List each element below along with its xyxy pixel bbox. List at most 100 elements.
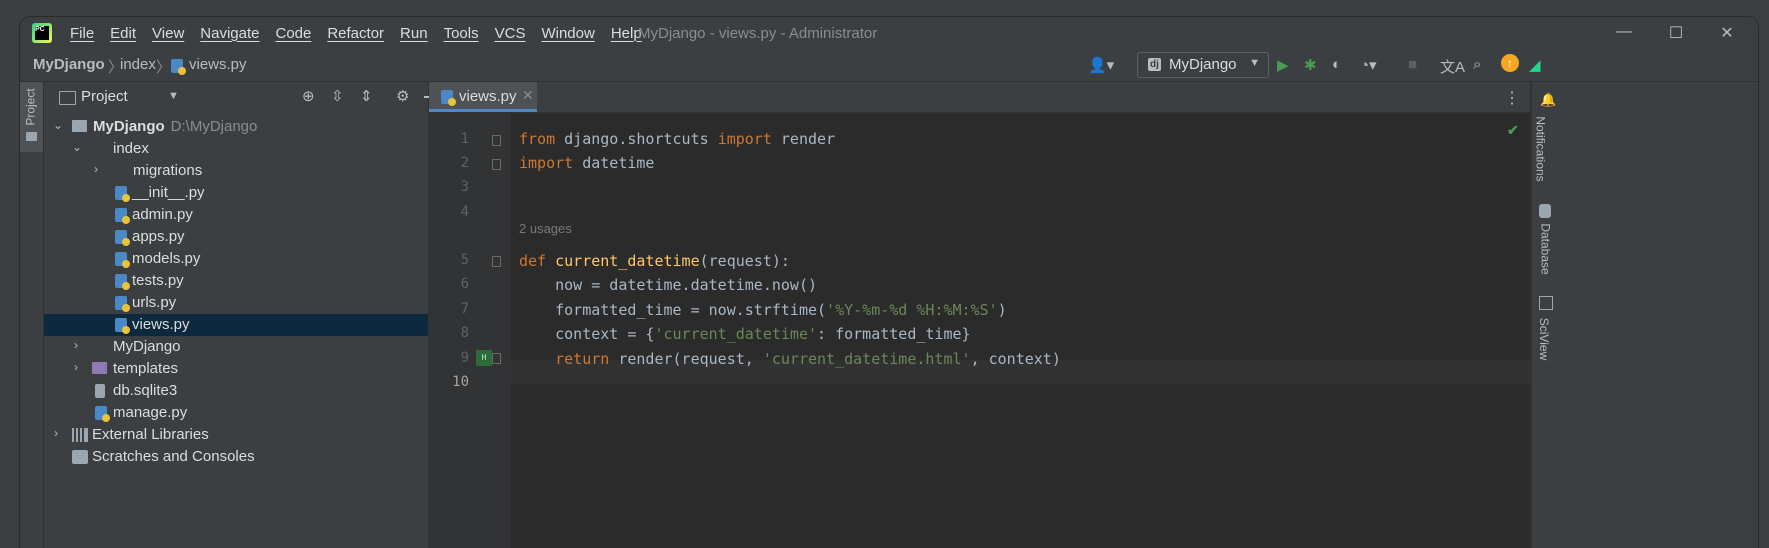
update-icon[interactable]: ↑ [1501, 54, 1519, 72]
no-problems-check-icon[interactable]: ✔ [1507, 122, 1519, 139]
minimize-button[interactable]: — [1614, 23, 1634, 41]
tree-item-mydjango-package[interactable]: › MyDjango [44, 336, 428, 358]
breadcrumb-folder[interactable]: index [120, 56, 156, 73]
menu-edit[interactable]: Edit [110, 25, 136, 42]
tree-item-db[interactable]: db.sqlite3 [44, 380, 428, 402]
tree-item-tests[interactable]: tests.py [44, 270, 428, 292]
line-number: 1 [460, 131, 469, 147]
project-panel-title[interactable]: Project [81, 88, 128, 105]
collapse-all-icon[interactable]: ⇕ [360, 87, 373, 105]
menu-code[interactable]: Code [275, 25, 311, 42]
line-number: 7 [460, 301, 469, 317]
tree-item-label: admin.py [132, 206, 193, 223]
menu-file[interactable]: File [70, 25, 94, 42]
debug-icon[interactable]: ✱ [1304, 56, 1317, 74]
tree-item-apps[interactable]: apps.py [44, 226, 428, 248]
project-tool-tab[interactable]: Project [20, 82, 43, 152]
tree-item-project-root[interactable]: ⌄ MyDjango D:\MyDjango [44, 116, 428, 138]
menu-view[interactable]: View [152, 25, 184, 42]
tree-item-init[interactable]: __init__.py [44, 182, 428, 204]
coverage-icon[interactable]: ◐ [1332, 56, 1341, 73]
python-file-icon [115, 318, 130, 334]
menu-tools[interactable]: Tools [444, 25, 479, 42]
close-tab-icon[interactable]: ✕ [522, 87, 534, 104]
tree-item-label-text: MyDjango [93, 118, 165, 135]
locate-file-icon[interactable]: ⊕ [302, 87, 315, 105]
tree-item-models[interactable]: models.py [44, 248, 428, 270]
notifications-icon[interactable]: 🔔 [1540, 92, 1556, 108]
python-file-icon [115, 186, 130, 202]
left-tool-stripe: Project [20, 82, 44, 548]
database-tool-tab[interactable]: Database [1539, 223, 1553, 274]
close-button[interactable]: ✕ [1717, 23, 1737, 43]
profile-icon[interactable]: ◔▾ [1360, 56, 1377, 74]
menu-vcs[interactable]: VCS [495, 25, 526, 42]
gear-icon[interactable]: ⚙ [396, 87, 409, 105]
run-icon[interactable]: ▶ [1277, 56, 1289, 74]
tree-item-scratches[interactable]: Scratches and Consoles [44, 446, 428, 468]
tree-item-manage[interactable]: manage.py [44, 402, 428, 424]
translate-icon[interactable]: 文A [1440, 56, 1465, 77]
scratch-icon [72, 450, 88, 464]
chevron-down-icon[interactable]: ⌄ [53, 118, 63, 132]
tree-item-admin[interactable]: admin.py [44, 204, 428, 226]
search-icon[interactable]: ⌕ [1473, 56, 1481, 73]
code-line-7: formatted_time = now.strftime('%Y-%m-%d … [519, 301, 1007, 319]
tree-item-views[interactable]: views.py [44, 314, 428, 336]
tree-item-index[interactable]: ⌄ index [44, 138, 428, 160]
tree-item-migrations[interactable]: › migrations [44, 160, 428, 182]
python-file-icon [171, 59, 186, 75]
fold-icon[interactable] [492, 159, 501, 170]
tab-views-py[interactable]: views.py ✕ [429, 82, 537, 112]
sciview-icon[interactable] [1539, 296, 1553, 310]
project-view-icon [59, 91, 76, 105]
breadcrumb-project[interactable]: MyDjango [33, 56, 105, 73]
python-file-icon [115, 252, 130, 268]
database-icon[interactable] [1539, 204, 1551, 218]
tree-item-templates[interactable]: › templates [44, 358, 428, 380]
tree-item-label: MyDjango D:\MyDjango [93, 118, 257, 135]
tree-item-label: views.py [132, 316, 190, 333]
code-line-8: context = {'current_datetime': formatted… [519, 325, 971, 343]
user-account-icon[interactable]: 👤▾ [1088, 56, 1114, 74]
line-number: 4 [460, 204, 469, 220]
tree-item-external-libraries[interactable]: › External Libraries [44, 424, 428, 446]
chevron-right-icon[interactable]: › [54, 426, 58, 440]
stop-icon[interactable]: ■ [1408, 56, 1417, 73]
fold-icon[interactable] [492, 256, 501, 267]
main-menu: File Edit View Navigate Code Refactor Ru… [70, 17, 658, 49]
notifications-tool-tab[interactable]: Notifications [1534, 116, 1548, 181]
maximize-button[interactable]: ☐ [1666, 23, 1686, 43]
window-title: MyDjango - views.py - Administrator [638, 25, 878, 42]
breadcrumb-file[interactable]: views.py [189, 56, 247, 73]
menu-navigate[interactable]: Navigate [200, 25, 259, 42]
line-number: 5 [460, 252, 469, 268]
tree-item-label: apps.py [132, 228, 185, 245]
chevron-right-icon[interactable]: › [94, 162, 98, 176]
chevron-down-icon[interactable]: ▼ [168, 90, 179, 102]
menu-run[interactable]: Run [400, 25, 428, 42]
sciview-tool-tab[interactable]: SciView [1537, 318, 1551, 360]
logo-text: PC [35, 26, 49, 40]
python-file-icon [115, 274, 130, 290]
chevron-right-icon[interactable]: › [74, 338, 78, 352]
expand-all-icon[interactable]: ⇳ [331, 87, 344, 105]
tree-item-label: tests.py [132, 272, 184, 289]
library-icon [72, 428, 88, 442]
code-with-me-icon[interactable]: ◢ [1529, 56, 1541, 74]
django-view-gutter-icon[interactable]: H [476, 350, 492, 366]
pycharm-logo-icon[interactable]: PC [32, 23, 52, 43]
fold-icon[interactable] [492, 353, 501, 364]
usages-hint[interactable]: 2 usages [519, 221, 572, 236]
menu-window[interactable]: Window [541, 25, 594, 42]
menu-refactor[interactable]: Refactor [327, 25, 384, 42]
run-configuration-select[interactable]: dj MyDjango ▼ [1137, 52, 1269, 78]
project-tool-tab-label: Project [23, 88, 38, 126]
code-editor[interactable]: views.py ✕ ⋮ 1 2 3 4 5 6 7 8 9 10 H from… [429, 82, 1530, 548]
chevron-down-icon[interactable]: ⌄ [72, 140, 82, 154]
fold-icon[interactable] [492, 135, 501, 146]
more-options-icon[interactable]: ⋮ [1504, 88, 1520, 108]
python-file-icon [441, 90, 456, 106]
tree-item-urls[interactable]: urls.py [44, 292, 428, 314]
chevron-right-icon[interactable]: › [74, 360, 78, 374]
